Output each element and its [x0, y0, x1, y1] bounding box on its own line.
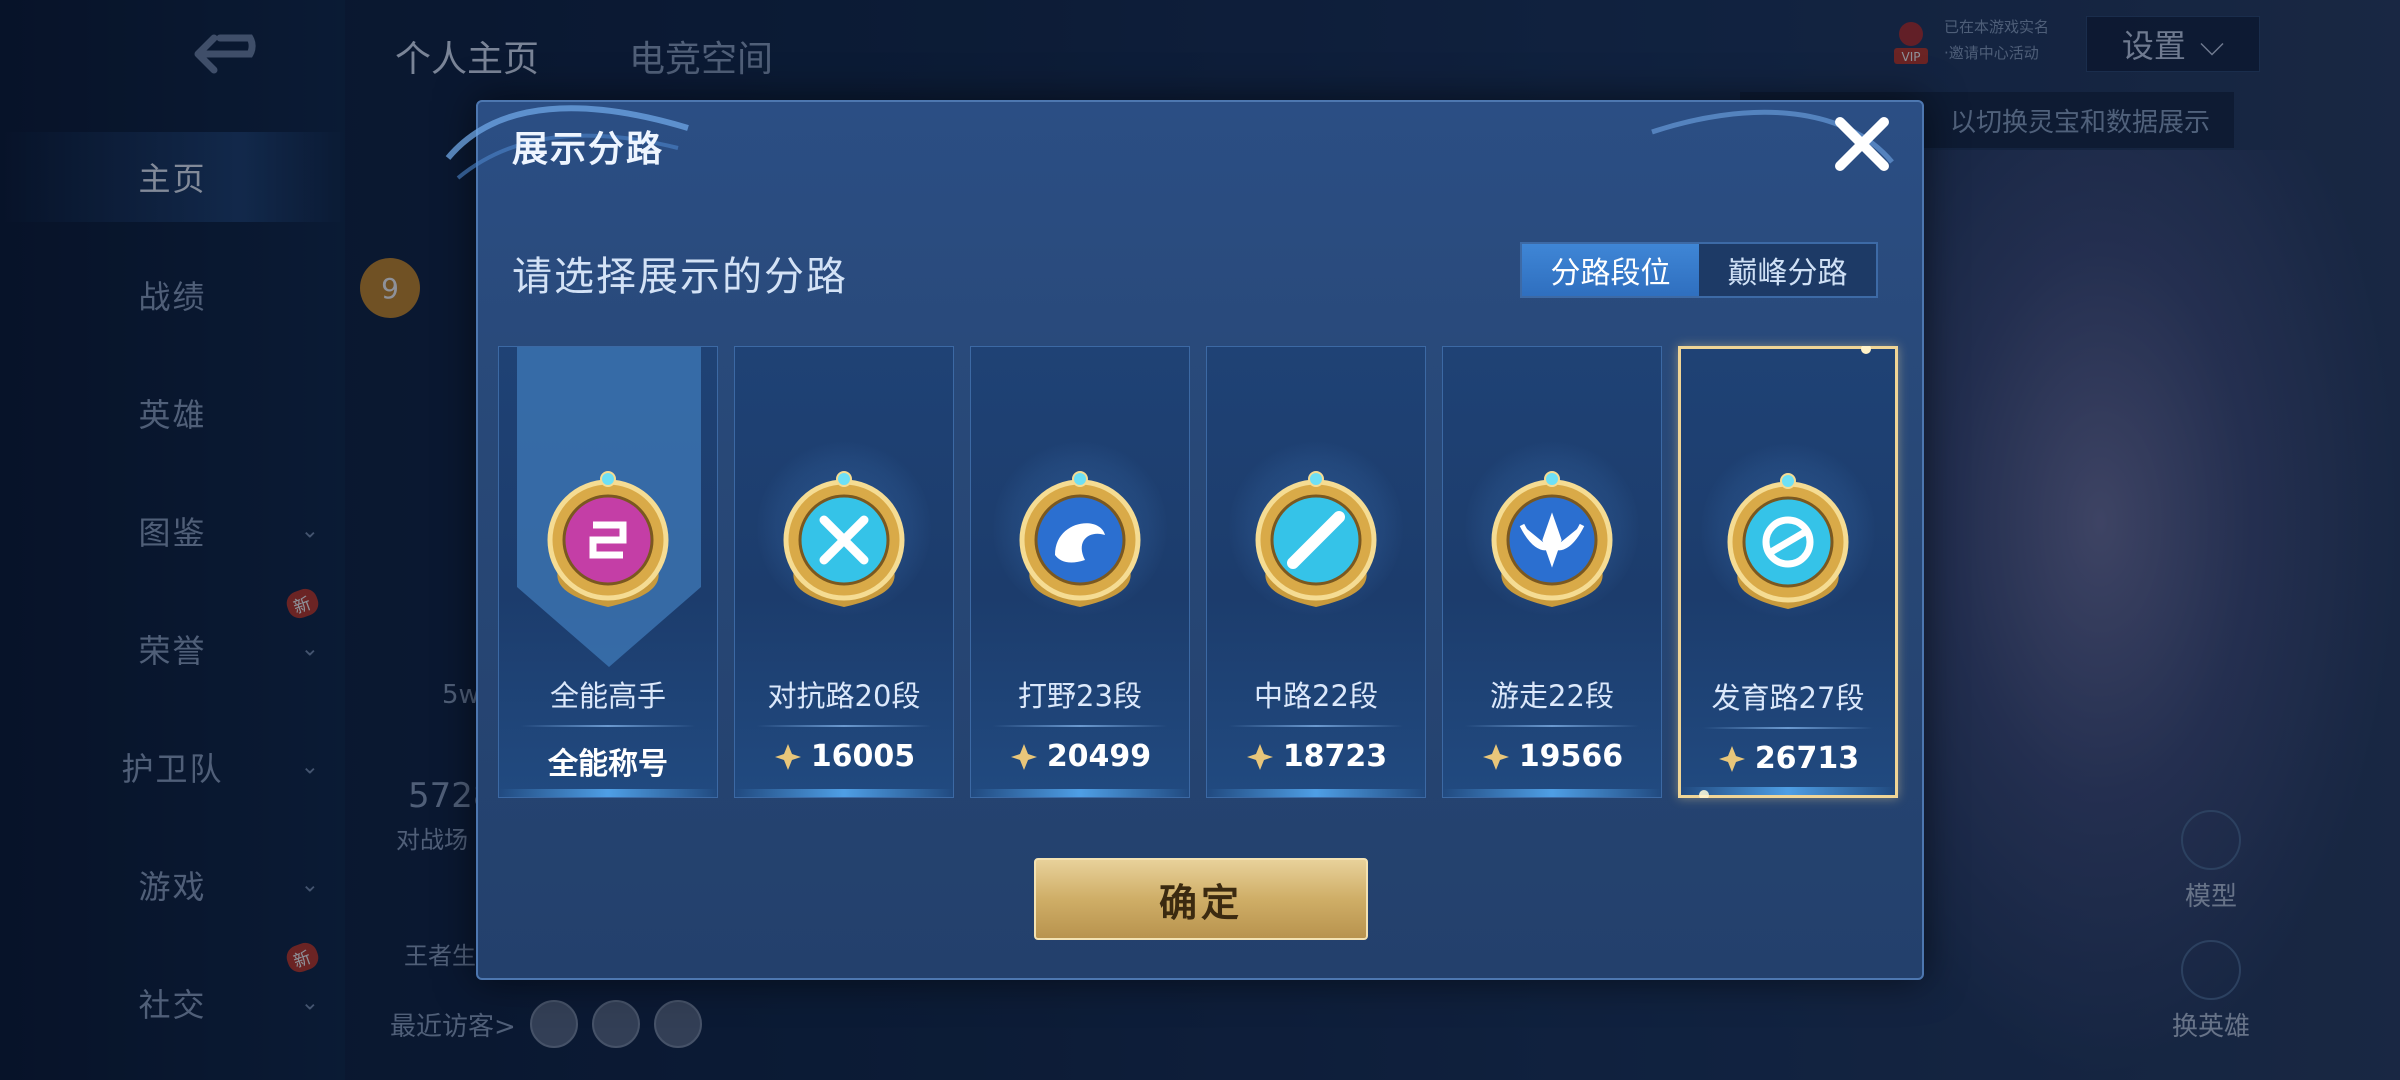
divider — [521, 725, 695, 727]
lane-card-label: 打野23段 — [1018, 679, 1142, 713]
lane-card-label: 对抗路20段 — [767, 679, 921, 713]
lane-card-value: 18723 — [1207, 739, 1425, 774]
mid-lane-medal-icon — [1255, 471, 1377, 607]
toggle-lane-rank[interactable]: 分路段位 — [1522, 244, 1699, 296]
lane-card-label: 全能高手 — [549, 679, 666, 713]
lane-card-value: 16005 — [735, 739, 953, 774]
divider — [1703, 727, 1873, 729]
points-icon — [1482, 743, 1509, 770]
lane-card-value-text: 19566 — [1518, 739, 1624, 774]
close-icon[interactable] — [1830, 112, 1894, 176]
mode-toggle: 分路段位 巅峰分路 — [1520, 242, 1878, 298]
lane-card-label: 中路22段 — [1254, 679, 1378, 713]
lane-card-value-text: 26713 — [1754, 741, 1860, 776]
dialog-subtitle: 请选择展示的分路 — [512, 254, 848, 300]
all-round-medal-icon — [547, 471, 669, 607]
lane-card[interactable]: 对抗路20段 16005 — [734, 346, 954, 798]
clash-lane-medal-icon — [783, 471, 905, 607]
lane-card-value-text: 16005 — [810, 739, 916, 774]
jungle-medal-icon — [1019, 471, 1141, 607]
lane-display-dialog: 展示分路 请选择展示的分路 分路段位 巅峰分路 全能高手 全能称号 对抗路20段 16… — [445, 100, 1924, 980]
roam-medal-icon — [1491, 471, 1613, 607]
farm-lane-medal-icon — [1727, 473, 1849, 609]
points-icon — [1246, 743, 1273, 770]
lane-card-list: 全能高手 全能称号 对抗路20段 16005 打野23段 20499 中路22段 18723 游… — [498, 346, 1908, 798]
lane-card-value: 20499 — [971, 739, 1189, 774]
points-icon — [1010, 743, 1037, 770]
lane-card[interactable]: 中路22段 18723 — [1206, 346, 1426, 798]
lane-card-value-text: 18723 — [1282, 739, 1388, 774]
lane-card[interactable]: 发育路27段 26713 — [1678, 346, 1898, 798]
lane-card-value: 19566 — [1443, 739, 1661, 774]
dialog-title: 展示分路 — [512, 129, 665, 170]
lane-card-value-text: 全能称号 — [548, 747, 668, 782]
confirm-button[interactable]: 确定 — [1034, 858, 1368, 940]
toggle-peak-lane[interactable]: 巅峰分路 — [1699, 244, 1876, 296]
lane-card[interactable]: 全能高手 全能称号 — [498, 346, 718, 798]
points-icon — [1718, 745, 1745, 772]
lane-card-value: 全能称号 — [499, 739, 717, 783]
lane-card[interactable]: 打野23段 20499 — [970, 346, 1190, 798]
divider — [1229, 725, 1403, 727]
lane-card-value-text: 20499 — [1046, 739, 1152, 774]
lane-card[interactable]: 游走22段 19566 — [1442, 346, 1662, 798]
divider — [757, 725, 931, 727]
points-icon — [774, 743, 801, 770]
lane-card-label: 游走22段 — [1490, 679, 1614, 713]
divider — [993, 725, 1167, 727]
lane-card-label: 发育路27段 — [1711, 681, 1865, 715]
divider — [1465, 725, 1639, 727]
lane-card-value: 26713 — [1681, 741, 1895, 776]
